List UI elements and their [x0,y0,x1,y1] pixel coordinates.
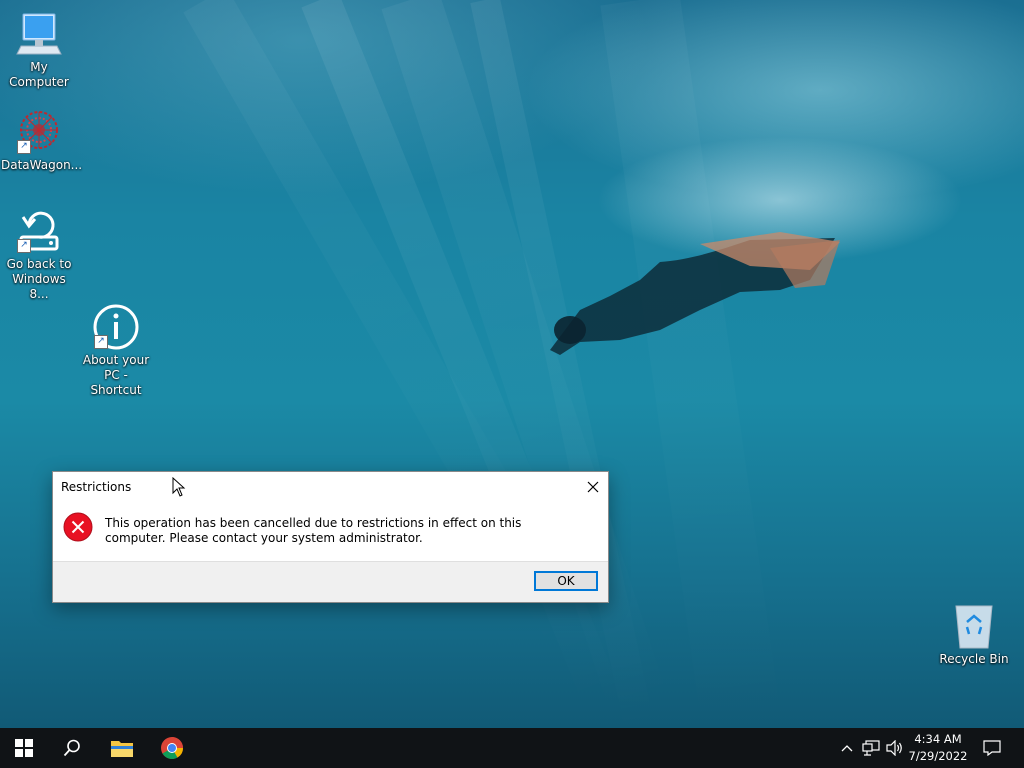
desktop-icon-label: About your PC - Shortcut [82,353,150,397]
desktop-icon-about-pc[interactable]: ↗ About your PC - Shortcut [78,303,154,398]
recycle-bin-icon [950,602,998,650]
notification-icon [983,740,1001,756]
desktop-icon-label: My Computer [9,60,69,89]
search-icon [63,739,80,757]
search-button[interactable] [48,728,96,768]
info-icon: ↗ [92,303,140,351]
dialog-title: Restrictions [61,480,132,494]
desktop-icon-my-computer[interactable]: My Computer [1,10,77,90]
close-button[interactable] [578,472,608,502]
error-icon [63,512,93,542]
desktop-icon-datawagon[interactable]: ↗ DataWagon... [1,108,83,173]
ok-button[interactable]: OK [534,571,598,591]
shortcut-arrow-icon: ↗ [17,239,31,253]
restrictions-dialog[interactable]: Restrictions This operation has been can… [52,471,609,603]
desktop[interactable]: My Computer ↗ DataWagon... ↗ Go back to … [0,0,1024,728]
network-icon [862,740,880,756]
diver-silhouette [550,232,840,355]
shortcut-arrow-icon: ↗ [17,140,31,154]
desktop-icon-label: DataWagon... [1,158,83,172]
chrome-button[interactable] [148,728,196,768]
desktop-icon-label: Recycle Bin [939,652,1009,666]
action-center-button[interactable] [978,728,1006,768]
datawagon-icon: ↗ [15,108,63,156]
show-hidden-icons-button[interactable] [838,728,856,768]
network-button[interactable] [860,728,882,768]
start-icon [15,739,33,757]
dialog-titlebar[interactable]: Restrictions [53,472,608,502]
mouse-cursor-icon [172,477,186,497]
desktop-icon-recycle-bin[interactable]: Recycle Bin [936,602,1012,667]
close-icon [587,481,599,493]
volume-icon [886,740,902,756]
dialog-body: This operation has been cancelled due to… [53,502,608,562]
dialog-message: This operation has been cancelled due to… [105,516,522,545]
computer-icon [15,10,63,58]
desktop-icon-label: Go back to Windows 8... [6,257,72,301]
clock-time: 4:34 AM [914,732,962,746]
clock-date: 7/29/2022 [908,749,968,763]
taskbar: 4:34 AM 7/29/2022 [0,728,1024,768]
go-back-icon: ↗ [15,207,63,255]
shortcut-arrow-icon: ↗ [94,335,108,349]
chevron-up-icon [841,745,853,752]
desktop-icon-go-back[interactable]: ↗ Go back to Windows 8... [1,207,77,302]
clock[interactable]: 4:34 AM 7/29/2022 [906,731,970,765]
file-explorer-icon [111,741,133,757]
dialog-footer: OK [53,561,608,602]
chrome-icon [161,737,183,759]
volume-button[interactable] [884,728,906,768]
file-explorer-button[interactable] [98,728,146,768]
start-button[interactable] [0,728,48,768]
